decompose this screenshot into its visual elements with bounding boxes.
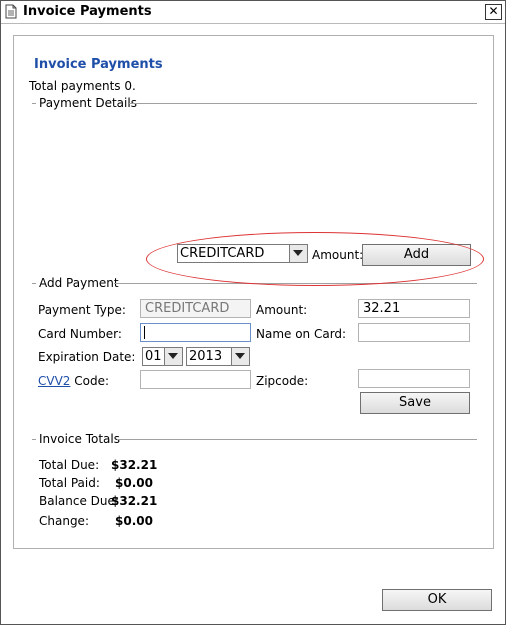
exp-month-value: 01 <box>145 349 162 364</box>
total-payments-text: Total payments 0. <box>29 79 136 93</box>
card-number-label: Card Number: <box>38 327 122 341</box>
cvv-field[interactable] <box>140 370 251 389</box>
window-title: Invoice Payments <box>23 4 152 19</box>
add-amount-label: Amount: <box>256 303 308 317</box>
page-title: Invoice Payments <box>34 57 163 72</box>
exp-year-select[interactable]: 2013 <box>186 347 250 366</box>
zipcode-field[interactable] <box>358 369 470 388</box>
title-bar: Invoice Payments ✕ <box>1 1 505 24</box>
payment-details-divider <box>129 103 477 104</box>
invoice-totals-divider <box>117 439 477 440</box>
document-icon <box>5 4 17 19</box>
zipcode-label: Zipcode: <box>256 374 309 388</box>
invoice-payments-window: Invoice Payments ✕ Invoice Payments Tota… <box>0 0 506 625</box>
save-button[interactable]: Save <box>360 392 470 414</box>
exp-year-value: 2013 <box>189 349 223 364</box>
total-paid-label: Total Paid: <box>39 476 100 490</box>
cvv2-link[interactable]: CVV2 <box>38 374 70 388</box>
chevron-down-icon <box>164 348 182 365</box>
change-value: $0.00 <box>115 514 153 528</box>
change-label: Change: <box>39 514 89 528</box>
text-caret <box>144 326 145 339</box>
total-paid-value: $0.00 <box>115 476 153 490</box>
payment-details-legend: Payment Details <box>39 96 137 110</box>
ok-button[interactable]: OK <box>382 589 492 611</box>
payment-type-field: CREDITCARD <box>140 299 251 318</box>
highlight-oval <box>146 232 484 286</box>
invoice-totals-legend: Invoice Totals <box>39 432 120 446</box>
amount-field[interactable]: 32.21 <box>358 299 470 318</box>
card-number-field[interactable] <box>140 323 251 342</box>
close-button[interactable]: ✕ <box>485 4 502 20</box>
add-payment-legend: Add Payment <box>39 276 119 290</box>
add-payment-divider-left <box>32 283 36 284</box>
chevron-down-icon <box>231 348 249 365</box>
close-icon: ✕ <box>488 4 499 18</box>
cvv-label: CVV2 Code: <box>38 374 109 388</box>
payment-type-label: Payment Type: <box>38 303 126 317</box>
total-due-label: Total Due: <box>39 458 100 472</box>
exp-month-select[interactable]: 01 <box>142 347 183 366</box>
cvv-code-label: Code: <box>70 374 110 388</box>
name-on-card-field[interactable] <box>358 323 470 342</box>
balance-due-label: Balance Due: <box>39 494 119 508</box>
name-on-card-label: Name on Card: <box>256 327 347 341</box>
payment-details-divider-left <box>32 103 36 104</box>
invoice-totals-divider-left <box>32 439 36 440</box>
expiration-date-label: Expiration Date: <box>38 350 136 364</box>
total-due-value: $32.21 <box>111 458 158 472</box>
content-panel: Invoice Payments Total payments 0. Payme… <box>13 35 494 549</box>
balance-due-value: $32.21 <box>111 494 158 508</box>
